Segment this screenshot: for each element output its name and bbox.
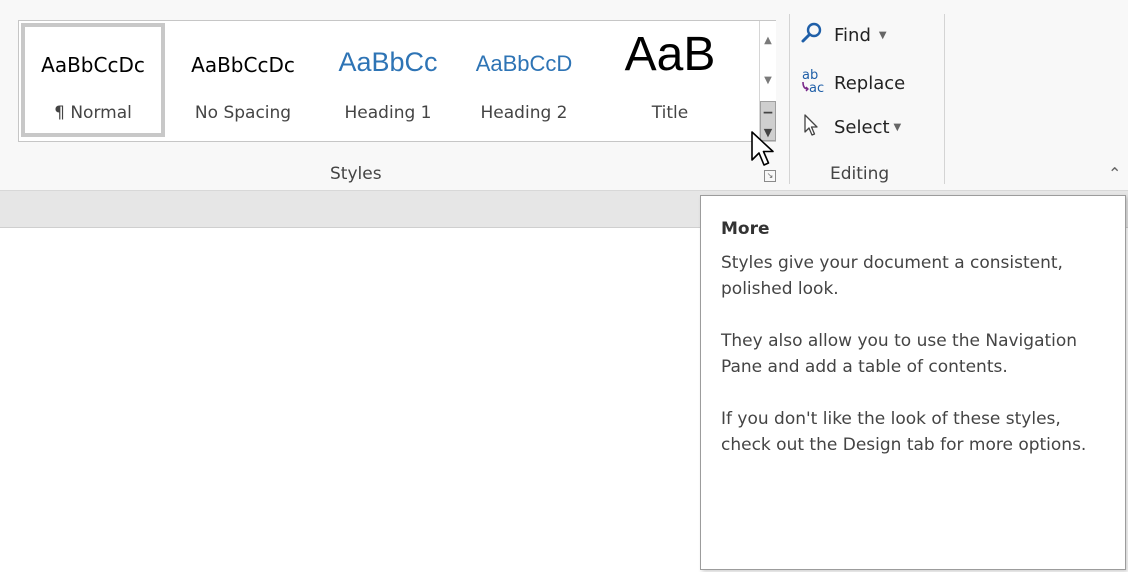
group-divider — [789, 14, 790, 184]
style-title-sample: AaB — [624, 28, 716, 81]
triangle-up-icon: ▲ — [764, 35, 772, 46]
triangle-down-icon: ▼ — [764, 75, 772, 86]
tooltip-title: More — [721, 219, 770, 239]
style-heading-1[interactable]: AaBbCc Heading 1 — [319, 23, 457, 137]
tooltip-paragraph: They also allow you to use the Navigatio… — [721, 331, 1078, 377]
style-title-label: Title — [651, 103, 689, 123]
styles-dialog-launcher-icon[interactable]: ↘ — [764, 170, 776, 182]
style-normal-label: ¶ Normal — [54, 103, 132, 123]
replace-label: Replace — [834, 72, 906, 94]
select-button[interactable]: Select ▼ — [800, 112, 901, 142]
style-normal-sample: AaBbCcDc — [41, 53, 145, 77]
style-heading-1-sample: AaBbCc — [338, 47, 438, 77]
find-button[interactable]: Find ▼ — [800, 20, 887, 50]
chevron-down-icon: ▼ — [878, 29, 887, 41]
replace-icon: ab ac — [800, 67, 830, 100]
chevron-down-icon: ▼ — [893, 121, 902, 133]
style-title[interactable]: AaB Title — [595, 23, 745, 137]
styles-group-label: Styles — [330, 164, 382, 184]
editing-group-label: Editing — [830, 164, 890, 184]
select-label: Select — [834, 116, 890, 138]
svg-text:ac: ac — [809, 81, 824, 95]
gallery-scroll-up-button[interactable]: ▲ — [760, 21, 776, 61]
find-label: Find — [834, 24, 871, 46]
group-divider — [944, 14, 945, 184]
select-pointer-icon — [800, 113, 830, 142]
word-ribbon-screen: AaBbCcDc ¶ Normal AaBbCcDc No Spacing Aa… — [0, 0, 1128, 572]
search-icon — [800, 21, 830, 50]
styles-gallery: AaBbCcDc ¶ Normal AaBbCcDc No Spacing Aa… — [18, 20, 776, 142]
collapse-ribbon-icon[interactable]: ⌃ — [1108, 164, 1121, 183]
replace-button[interactable]: ab ac Replace — [800, 68, 905, 98]
gallery-scrollbar[interactable]: ▲ ▼ ▔ ▼ — [759, 21, 776, 141]
style-no-spacing[interactable]: AaBbCcDc No Spacing — [169, 23, 317, 137]
style-heading-1-label: Heading 1 — [344, 103, 432, 123]
style-heading-2[interactable]: AaBbCcD Heading 2 — [459, 23, 589, 137]
style-heading-2-label: Heading 2 — [480, 103, 568, 123]
more-tooltip: More Styles give your document a consist… — [700, 195, 1126, 570]
style-heading-2-sample: AaBbCcD — [475, 51, 573, 76]
tooltip-paragraph: Styles give your document a consistent, … — [721, 253, 1063, 299]
style-no-spacing-sample: AaBbCcDc — [191, 53, 295, 77]
style-no-spacing-label: No Spacing — [194, 103, 292, 123]
tooltip-paragraph: If you don't like the look of these styl… — [721, 409, 1087, 455]
mouse-cursor-icon — [748, 130, 778, 170]
style-normal[interactable]: AaBbCcDc ¶ Normal — [21, 23, 165, 137]
gallery-scroll-down-button[interactable]: ▼ — [760, 61, 776, 101]
ribbon: AaBbCcDc ¶ Normal AaBbCcDc No Spacing Aa… — [0, 0, 1128, 191]
